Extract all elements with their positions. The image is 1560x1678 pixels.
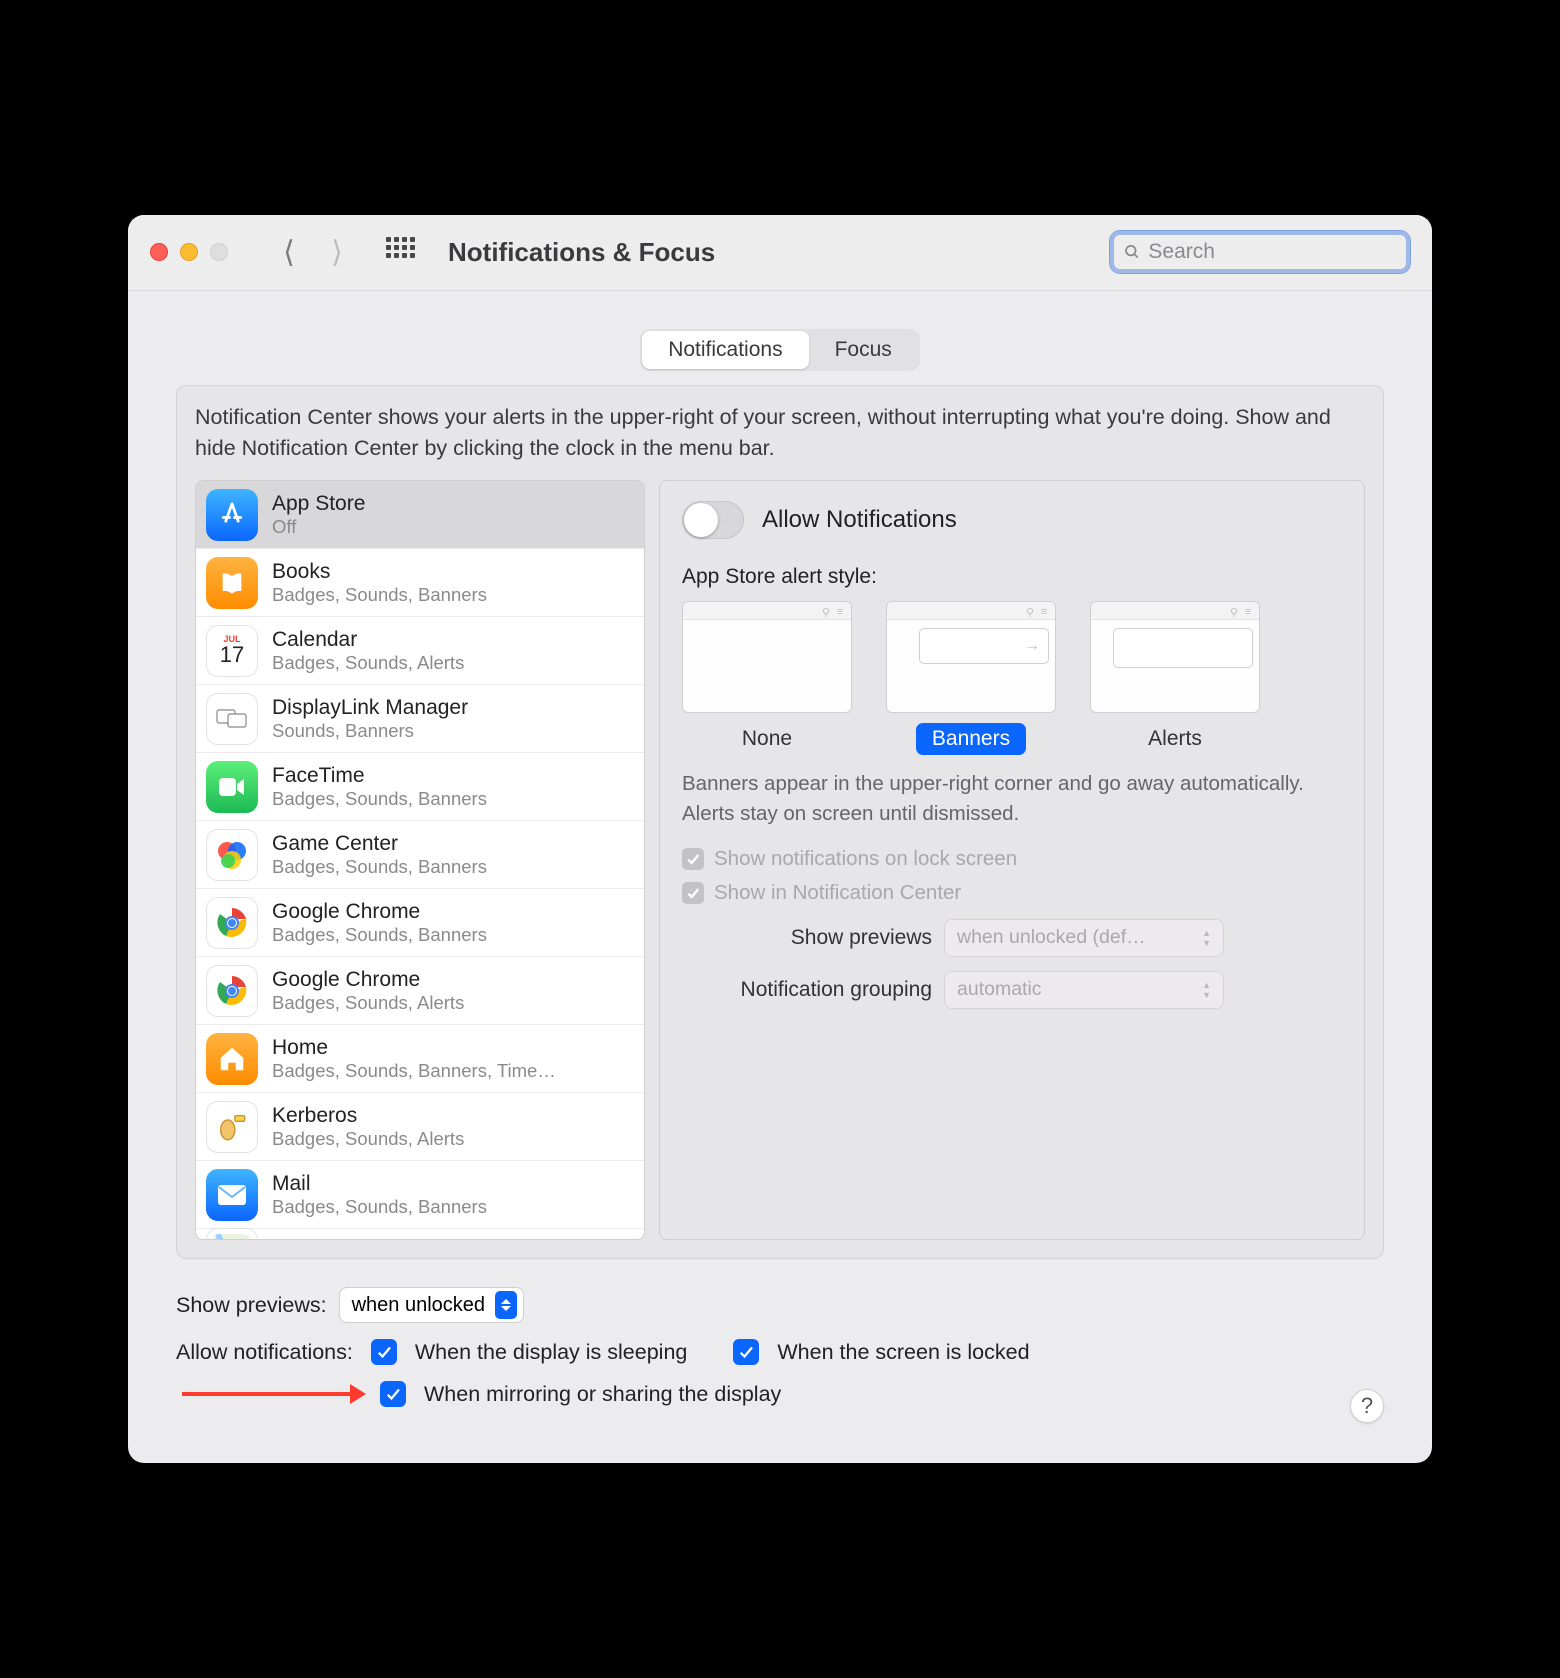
app-row-home[interactable]: HomeBadges, Sounds, Banners, Time… — [196, 1025, 644, 1093]
search-field[interactable] — [1110, 231, 1410, 273]
preferences-window: ⟨ ⟩ Notifications & Focus Notifications … — [128, 215, 1432, 1463]
detail-panel: Allow Notifications App Store alert styl… — [659, 480, 1365, 1240]
close-icon[interactable] — [150, 243, 168, 261]
show-all-icon[interactable] — [386, 237, 416, 267]
help-button[interactable]: ? — [1350, 1389, 1384, 1423]
zoom-icon — [210, 243, 228, 261]
style-description: Banners appear in the upper-right corner… — [682, 769, 1342, 828]
mail-icon — [206, 1169, 258, 1221]
alert-style-label: App Store alert style: — [682, 565, 1342, 589]
grouping-label: Notification grouping — [682, 978, 932, 1002]
intro-text: Notification Center shows your alerts in… — [195, 402, 1365, 464]
back-button[interactable]: ⟨ — [272, 235, 306, 270]
kerberos-icon — [206, 1101, 258, 1153]
app-row-chrome-1[interactable]: Google ChromeBadges, Sounds, Banners — [196, 889, 644, 957]
search-icon — [1124, 243, 1140, 261]
forward-button[interactable]: ⟩ — [320, 235, 354, 270]
footer-previews-select[interactable]: when unlocked — [339, 1287, 524, 1323]
calendar-icon: JUL 17 — [206, 625, 258, 677]
window-controls — [150, 243, 228, 261]
app-row-kerberos[interactable]: KerberosBadges, Sounds, Alerts — [196, 1093, 644, 1161]
tab-bar: Notifications Focus — [640, 329, 920, 371]
footer-allow-label: Allow notifications: — [176, 1340, 353, 1365]
books-icon — [206, 557, 258, 609]
app-row-facetime[interactable]: FaceTimeBadges, Sounds, Banners — [196, 753, 644, 821]
previews-label: Show previews — [682, 926, 932, 950]
app-name: App Store — [272, 492, 365, 516]
home-icon — [206, 1033, 258, 1085]
grouping-select[interactable]: automatic ▲▼ — [944, 971, 1224, 1009]
app-row-chrome-2[interactable]: Google ChromeBadges, Sounds, Alerts — [196, 957, 644, 1025]
window-title: Notifications & Focus — [448, 237, 715, 268]
chrome-icon — [206, 965, 258, 1017]
minimize-icon[interactable] — [180, 243, 198, 261]
main-panel: Notification Center shows your alerts in… — [176, 385, 1384, 1259]
chevron-updown-icon: ▲▼ — [1202, 980, 1211, 1000]
app-row-mail[interactable]: MailBadges, Sounds, Banners — [196, 1161, 644, 1229]
app-row-books[interactable]: BooksBadges, Sounds, Banners — [196, 549, 644, 617]
maps-icon — [206, 1228, 258, 1240]
search-input[interactable] — [1148, 240, 1396, 264]
style-alerts[interactable]: ⚲≡ Alerts — [1090, 601, 1260, 755]
footer: Show previews: when unlocked Allow notif… — [176, 1287, 1384, 1407]
checkbox-mirror[interactable] — [380, 1381, 406, 1407]
app-row-displaylink[interactable]: DisplayLink ManagerSounds, Banners — [196, 685, 644, 753]
app-row-app-store[interactable]: App StoreOff — [196, 481, 644, 549]
chevron-updown-icon: ▲▼ — [1202, 928, 1211, 948]
displaylink-icon — [206, 693, 258, 745]
app-store-icon — [206, 489, 258, 541]
content: Notifications Focus Notification Center … — [128, 291, 1432, 1463]
app-row-game-center[interactable]: Game CenterBadges, Sounds, Banners — [196, 821, 644, 889]
chrome-icon — [206, 897, 258, 949]
game-center-icon — [206, 829, 258, 881]
previews-select[interactable]: when unlocked (def… ▲▼ — [944, 919, 1224, 957]
facetime-icon — [206, 761, 258, 813]
app-row-calendar[interactable]: JUL 17 CalendarBadges, Sounds, Alerts — [196, 617, 644, 685]
opt-notification-center[interactable]: Show in Notification Center — [682, 881, 1342, 905]
annotation-arrow-icon — [182, 1392, 352, 1396]
app-sub: Off — [272, 516, 365, 538]
opt-lock-screen[interactable]: Show notifications on lock screen — [682, 847, 1342, 871]
tab-focus[interactable]: Focus — [809, 331, 918, 369]
app-list[interactable]: App StoreOff BooksBadges, Sounds, Banner… — [195, 480, 645, 1240]
style-banners[interactable]: ⚲≡→ Banners — [886, 601, 1056, 755]
allow-notifications-toggle[interactable] — [682, 501, 744, 539]
checkbox-sleep[interactable] — [371, 1339, 397, 1365]
footer-previews-label: Show previews: — [176, 1293, 327, 1318]
checkbox-locked[interactable] — [733, 1339, 759, 1365]
titlebar: ⟨ ⟩ Notifications & Focus — [128, 215, 1432, 291]
allow-notifications-label: Allow Notifications — [762, 506, 957, 534]
tab-notifications[interactable]: Notifications — [642, 331, 808, 369]
style-none[interactable]: ⚲≡ None — [682, 601, 852, 755]
app-row-maps[interactable]: Maps — [196, 1229, 644, 1240]
chevron-updown-icon — [495, 1291, 517, 1319]
